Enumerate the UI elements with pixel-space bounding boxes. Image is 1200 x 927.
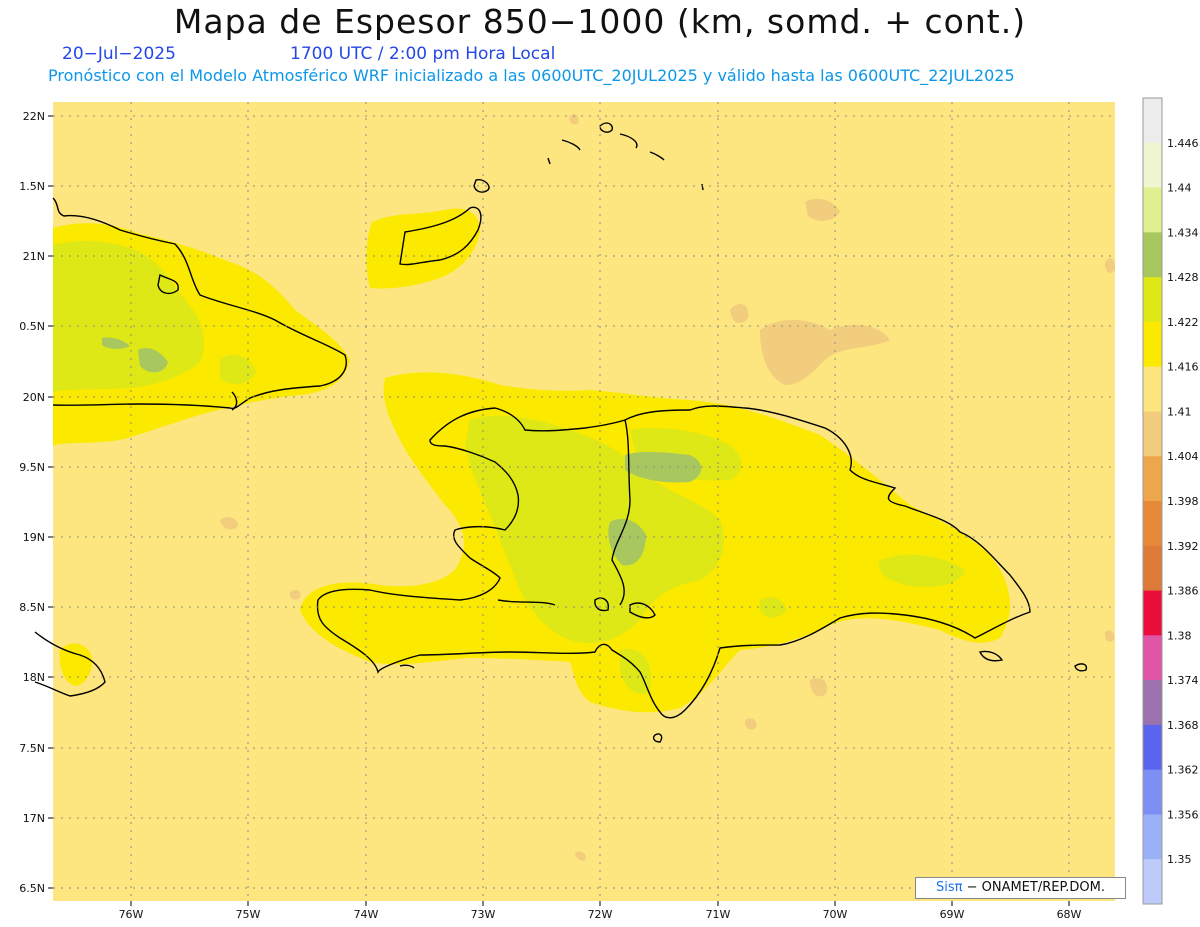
colorbar-swatch bbox=[1143, 814, 1162, 860]
colorbar-swatch bbox=[1143, 142, 1162, 189]
lat-label: 0.5N bbox=[19, 320, 45, 333]
longitude-labels: 76W 75W 74W 73W 72W 71W 70W 69W 68W bbox=[119, 908, 1082, 921]
colorbar-label: 1.368 bbox=[1167, 719, 1199, 732]
colorbar-label: 1.398 bbox=[1167, 495, 1199, 508]
colorbar-swatch bbox=[1143, 366, 1162, 412]
thickness-map: 22N 1.5N 21N 0.5N 20N 9.5N 19N 8.5N 18N … bbox=[19, 97, 1199, 921]
lon-label: 75W bbox=[236, 908, 261, 921]
colorbar-swatch bbox=[1143, 98, 1162, 144]
colorbar-swatch bbox=[1143, 456, 1162, 502]
lat-label: 9.5N bbox=[19, 461, 45, 474]
lon-label: 70W bbox=[823, 908, 848, 921]
colorbar-label: 1.356 bbox=[1167, 808, 1199, 821]
colorbar-label: 1.44 bbox=[1167, 182, 1192, 195]
lat-label: 22N bbox=[23, 110, 45, 123]
colorbar-swatch bbox=[1143, 501, 1162, 547]
lon-label: 74W bbox=[354, 908, 379, 921]
lat-label: 7.5N bbox=[19, 742, 45, 755]
colorbar-label: 1.35 bbox=[1167, 853, 1192, 866]
lat-label: 8.5N bbox=[19, 601, 45, 614]
lat-label: 19N bbox=[23, 531, 45, 544]
lat-label: 20N bbox=[23, 391, 45, 404]
colorbar-swatch bbox=[1143, 769, 1162, 815]
brand-logo: Sisπ bbox=[935, 880, 963, 895]
colorbar-swatch bbox=[1143, 859, 1162, 905]
credit-box: Sisπ − ONAMET/REP.DOM. bbox=[915, 877, 1126, 899]
colorbar-swatch bbox=[1143, 232, 1162, 278]
colorbar-swatch bbox=[1143, 411, 1162, 457]
credit-text: − ONAMET/REP.DOM. bbox=[966, 880, 1106, 895]
lon-label: 69W bbox=[940, 908, 965, 921]
colorbar-label: 1.392 bbox=[1167, 540, 1199, 553]
colorbar-swatch bbox=[1143, 635, 1162, 681]
colorbar-label: 1.374 bbox=[1167, 674, 1199, 687]
lat-label: 18N bbox=[23, 671, 45, 684]
colorbar-swatch bbox=[1143, 321, 1162, 368]
colorbar-label: 1.362 bbox=[1167, 764, 1199, 777]
lon-label: 71W bbox=[706, 908, 731, 921]
colorbar-swatch bbox=[1143, 277, 1162, 323]
colorbar-swatch bbox=[1143, 187, 1162, 233]
lon-label: 73W bbox=[471, 908, 496, 921]
lat-label: 6.5N bbox=[19, 882, 45, 895]
colorbar-label: 1.446 bbox=[1167, 137, 1199, 150]
lat-label: 21N bbox=[23, 250, 45, 263]
colorbar-label: 1.41 bbox=[1167, 405, 1192, 418]
colorbar: 1.446 1.44 1.434 1.428 1.422 1.416 1.41 1.404 1.… bbox=[1143, 98, 1199, 905]
lat-label: 17N bbox=[23, 812, 45, 825]
colorbar-label: 1.422 bbox=[1167, 316, 1199, 329]
lat-label: 1.5N bbox=[19, 180, 45, 193]
colorbar-label: 1.416 bbox=[1167, 361, 1199, 374]
lon-label: 72W bbox=[588, 908, 613, 921]
colorbar-swatch bbox=[1143, 724, 1162, 771]
lon-label: 68W bbox=[1057, 908, 1082, 921]
colorbar-swatch bbox=[1143, 590, 1162, 636]
colorbar-label: 1.404 bbox=[1167, 450, 1199, 463]
colorbar-label: 1.38 bbox=[1167, 629, 1192, 642]
lon-label: 76W bbox=[119, 908, 144, 921]
colorbar-label: 1.434 bbox=[1167, 226, 1199, 239]
latitude-labels: 22N 1.5N 21N 0.5N 20N 9.5N 19N 8.5N 18N … bbox=[19, 110, 45, 895]
colorbar-label: 1.386 bbox=[1167, 585, 1199, 598]
colorbar-label: 1.428 bbox=[1167, 271, 1199, 284]
colorbar-swatch bbox=[1143, 545, 1162, 592]
colorbar-swatch bbox=[1143, 680, 1162, 726]
